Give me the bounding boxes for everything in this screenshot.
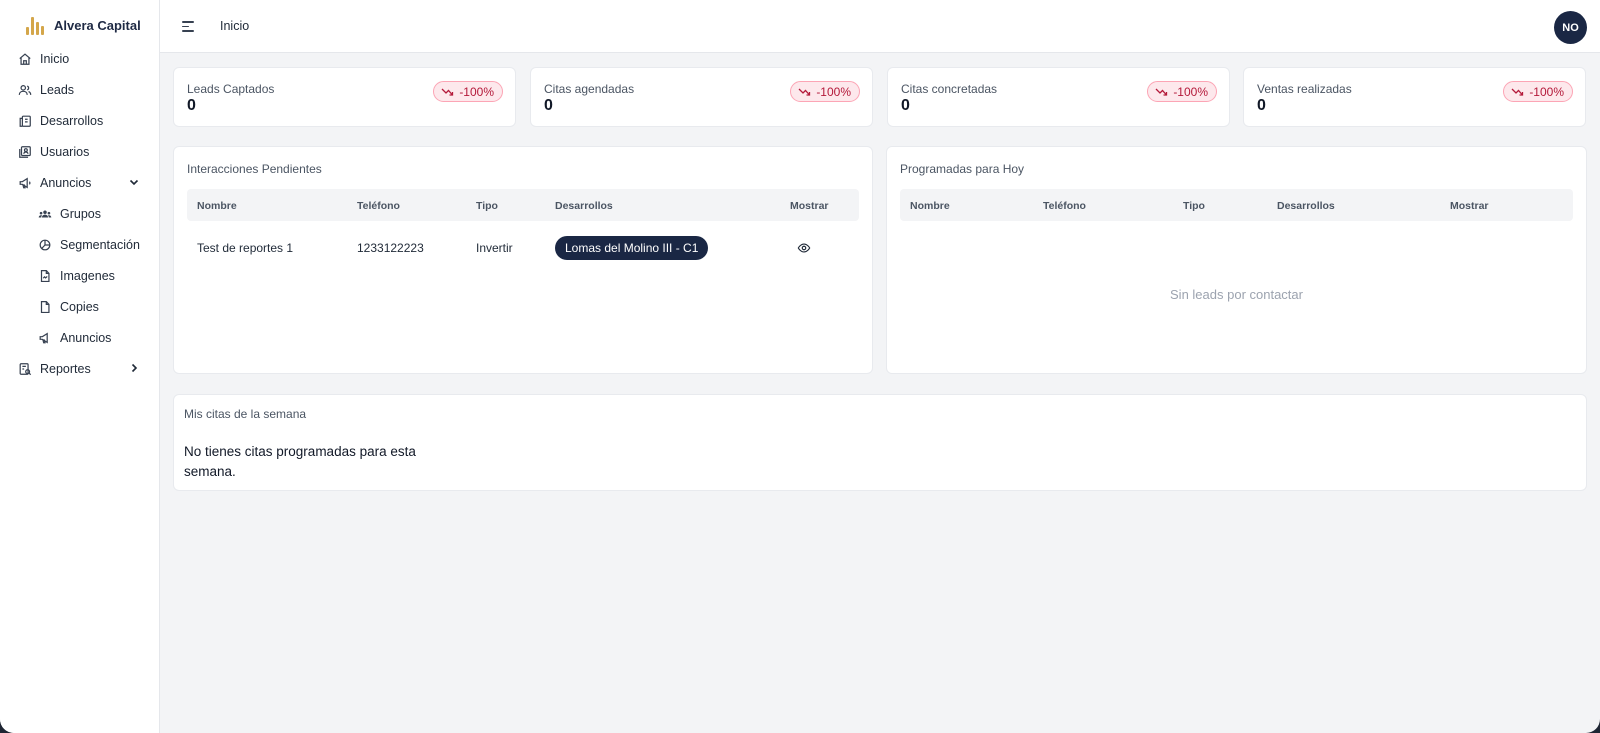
stat-card-citas-concretadas: Citas concretadas 0 -100% [887, 67, 1230, 127]
table-header: Nombre Teléfono Tipo Desarrollos Mostrar [900, 189, 1573, 221]
trend-badge: -100% [1503, 81, 1573, 102]
stat-value: 0 [544, 97, 553, 114]
sidebar-item-usuarios[interactable]: Usuarios [0, 136, 160, 167]
user-list-icon [18, 145, 32, 159]
weekly-appointments-panel: Mis citas de la semana No tienes citas p… [173, 394, 1587, 491]
trend-badge: -100% [790, 81, 860, 102]
stat-card-ventas-realizadas: Ventas realizadas 0 -100% [1243, 67, 1586, 127]
sidebar-subitem-imagenes[interactable]: Imagenes [0, 260, 160, 291]
sidebar-nav: Inicio Leads Desarrollos Usuarios Anunci… [0, 43, 160, 384]
cell-telefono: 1233122223 [357, 241, 424, 255]
group-icon [38, 207, 52, 221]
trend-value: -100% [1529, 84, 1564, 99]
sidebar: Alvera Capital Inicio Leads Desarrollos [0, 0, 160, 733]
megaphone-icon [18, 176, 32, 190]
panel-title: Interacciones Pendientes [187, 162, 322, 176]
column-header: Tipo [476, 200, 498, 212]
page-title: Inicio [220, 19, 250, 33]
sidebar-item-label: Leads [40, 82, 75, 97]
stat-label: Leads Captados [187, 82, 275, 96]
sidebar-item-label: Reportes [40, 361, 91, 376]
sidebar-item-label: Anuncios [40, 175, 92, 190]
brand-logo-icon [26, 15, 44, 35]
sidebar-item-reportes[interactable]: Reportes [0, 353, 160, 384]
users-icon [18, 83, 32, 97]
top-header: Inicio NO [160, 0, 1600, 53]
trend-badge: -100% [433, 81, 503, 102]
sidebar-subitem-grupos[interactable]: Grupos [0, 198, 160, 229]
trend-down-icon [1511, 88, 1524, 96]
sidebar-item-label: Imagenes [60, 268, 115, 283]
stat-value: 0 [1257, 97, 1266, 114]
trend-down-icon [1155, 88, 1168, 96]
chevron-down-icon[interactable] [128, 176, 140, 188]
cell-nombre: Test de reportes 1 [197, 241, 294, 255]
column-header: Mostrar [790, 200, 829, 212]
stat-label: Ventas realizadas [1257, 82, 1352, 96]
stat-value: 0 [187, 97, 196, 114]
column-header: Desarrollos [555, 200, 613, 212]
column-header: Desarrollos [1277, 200, 1335, 212]
trend-down-icon [441, 88, 454, 96]
megaphone-icon [38, 331, 52, 345]
sidebar-subitem-anuncios[interactable]: Anuncios [0, 322, 160, 353]
sidebar-item-label: Inicio [40, 51, 70, 66]
column-header: Tipo [1183, 200, 1205, 212]
stat-label: Citas agendadas [544, 82, 635, 96]
sidebar-item-label: Grupos [60, 206, 101, 221]
report-icon [18, 362, 32, 376]
copy-file-icon [38, 300, 52, 314]
stat-label: Citas concretadas [901, 82, 998, 96]
trend-value: -100% [459, 84, 494, 99]
sidebar-subitem-copies[interactable]: Copies [0, 291, 160, 322]
stat-value: 0 [901, 97, 910, 114]
sidebar-item-label: Desarrollos [40, 113, 104, 128]
pending-interactions-panel: Interacciones Pendientes Nombre Teléfono… [173, 146, 873, 374]
brand[interactable]: Alvera Capital [26, 14, 141, 36]
app-window: Alvera Capital Inicio Leads Desarrollos [0, 0, 1600, 733]
trend-value: -100% [816, 84, 851, 99]
stat-card-leads-captados: Leads Captados 0 -100% [173, 67, 516, 127]
trend-down-icon [798, 88, 811, 96]
sidebar-item-desarrollos[interactable]: Desarrollos [0, 105, 160, 136]
buildings-icon [18, 114, 32, 128]
table-header: Nombre Teléfono Tipo Desarrollos Mostrar [187, 189, 859, 221]
sidebar-item-label: Segmentación [60, 237, 140, 252]
sidebar-item-anuncios[interactable]: Anuncios [0, 167, 160, 198]
eye-icon[interactable] [797, 241, 811, 255]
sidebar-item-label: Anuncios [60, 330, 112, 345]
avatar[interactable]: NO [1554, 11, 1587, 44]
sidebar-item-inicio[interactable]: Inicio [0, 43, 160, 74]
sidebar-item-leads[interactable]: Leads [0, 74, 160, 105]
empty-state-message: Sin leads por contactar [1170, 287, 1303, 302]
trend-value: -100% [1173, 84, 1208, 99]
brand-name: Alvera Capital [54, 17, 141, 33]
panel-title: Programadas para Hoy [900, 162, 1025, 176]
scheduled-today-panel: Programadas para Hoy Nombre Teléfono Tip… [886, 146, 1587, 374]
column-header: Nombre [910, 200, 950, 212]
sidebar-item-label: Usuarios [40, 144, 90, 159]
column-header: Teléfono [357, 200, 400, 212]
chevron-right-icon[interactable] [128, 362, 140, 374]
sidebar-subitem-segmentacion[interactable]: Segmentación [0, 229, 160, 260]
development-chip[interactable]: Lomas del Molino III - C1 [555, 236, 709, 260]
cell-tipo: Invertir [476, 241, 513, 255]
image-file-icon [38, 269, 52, 283]
sidebar-item-label: Copies [60, 299, 99, 314]
panel-title: Mis citas de la semana [184, 407, 307, 421]
empty-state-message: No tienes citas programadas para esta se… [184, 444, 416, 479]
home-icon [18, 52, 32, 66]
pie-chart-icon [38, 238, 52, 252]
column-header: Nombre [197, 200, 237, 212]
column-header: Teléfono [1043, 200, 1086, 212]
stat-card-citas-agendadas: Citas agendadas 0 -100% [530, 67, 873, 127]
menu-toggle-icon[interactable] [182, 19, 196, 33]
column-header: Mostrar [1450, 200, 1489, 212]
trend-badge: -100% [1147, 81, 1217, 102]
